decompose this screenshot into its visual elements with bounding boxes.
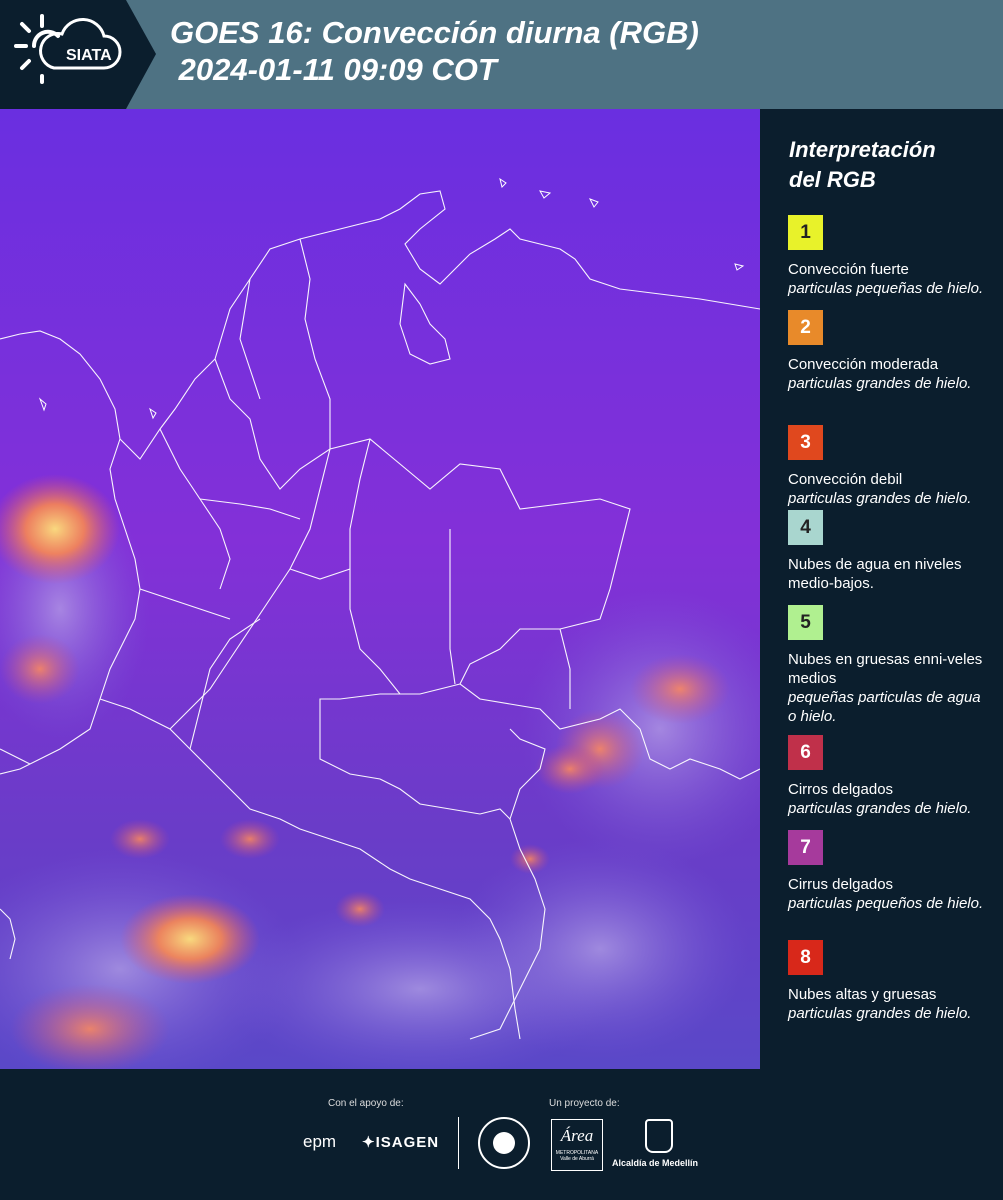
epm-logo: epm — [303, 1132, 337, 1151]
legend-item-name: Cirros delgados — [788, 781, 894, 798]
legend-item-desc: particulas grandes de hielo. — [788, 490, 972, 507]
isagen-logo: ✦ISAGEN — [362, 1134, 440, 1151]
legend-item-name: Nubes altas y gruesas — [788, 986, 937, 1003]
legend-swatch: 3 — [788, 425, 823, 460]
legend-item-name: Nubes de agua en niveles medio-bajos. — [788, 556, 962, 592]
legend-swatch: 1 — [788, 215, 823, 250]
page-title: GOES 16: Convección diurna (RGB) 2024-01… — [170, 15, 699, 87]
footer-divider — [458, 1117, 459, 1169]
legend-swatch: 6 — [788, 735, 823, 770]
legend-swatch: 2 — [788, 310, 823, 345]
area-metropolitana-logo: Área METROPOLITANA Valle de Aburrá — [551, 1119, 603, 1171]
legend-item-desc: pequeñas particulas de agua o hielo. — [788, 689, 981, 725]
legend-item-desc: particulas pequeñas de hielo. — [788, 280, 984, 297]
legend-item-desc: particulas grandes de hielo. — [788, 800, 972, 817]
logo-block: SIATA — [0, 0, 156, 109]
svg-text:SIATA: SIATA — [66, 47, 112, 64]
legend-swatch: 7 — [788, 830, 823, 865]
legend-item-name: Nubes en gruesas enni-veles medios — [788, 651, 983, 687]
legend-item: 3 Convección debil particulas grandes de h… — [788, 425, 993, 508]
legend-item: 8 Nubes altas y gruesas particulas grandes… — [788, 940, 993, 1023]
sun-cloud-icon: SIATA — [14, 14, 122, 84]
legend-item-desc: particulas grandes de hielo. — [788, 375, 972, 392]
satellite-rgb-map — [0, 109, 760, 1069]
legend-item-desc: particulas pequeños de hielo. — [788, 895, 984, 912]
legend-item: 5 Nubes en gruesas enni-veles medios peque… — [788, 605, 993, 726]
legend-item-name: Convección fuerte — [788, 261, 909, 278]
support-label: Con el apoyo de: — [328, 1098, 404, 1109]
legend-item-name: Convección moderada — [788, 356, 939, 373]
legend-item: 1 Convección fuerte particulas pequeñas de… — [788, 215, 993, 298]
legend-title: Interpretación del RGB — [789, 137, 936, 192]
medellin-shield-icon — [645, 1119, 673, 1153]
legend-swatch: 5 — [788, 605, 823, 640]
legend-item: 2 Convección moderada particulas grandes d… — [788, 310, 993, 393]
header-bar: SIATA GOES 16: Convección diurna (RGB) 2… — [0, 0, 1003, 109]
legend-swatch: 4 — [788, 510, 823, 545]
footer: Con el apoyo de: Un proyecto de: epm ✦IS… — [0, 1069, 1003, 1200]
medellin-logo: Alcaldía de Medellín — [612, 1158, 699, 1168]
legend-item-desc: particulas grandes de hielo. — [788, 1005, 972, 1022]
legend-item-name: Convección debil — [788, 471, 903, 488]
legend-item-name: Cirrus delgados — [788, 876, 894, 893]
legend-item: 7 Cirrus delgados particulas pequeños de h… — [788, 830, 993, 913]
project-label: Un proyecto de: — [549, 1098, 620, 1109]
isagen-mark-icon: ✦ — [362, 1134, 376, 1151]
legend-item: 4 Nubes de agua en niveles medio-bajos. — [788, 510, 993, 593]
satellite-map[interactable] — [0, 109, 760, 1069]
seal-logo — [478, 1117, 530, 1169]
legend-panel: Interpretación del RGB 1 Convección fuert… — [760, 109, 1003, 1069]
legend-item: 6 Cirros delgados particulas grandes de hi… — [788, 735, 993, 818]
legend-swatch: 8 — [788, 940, 823, 975]
